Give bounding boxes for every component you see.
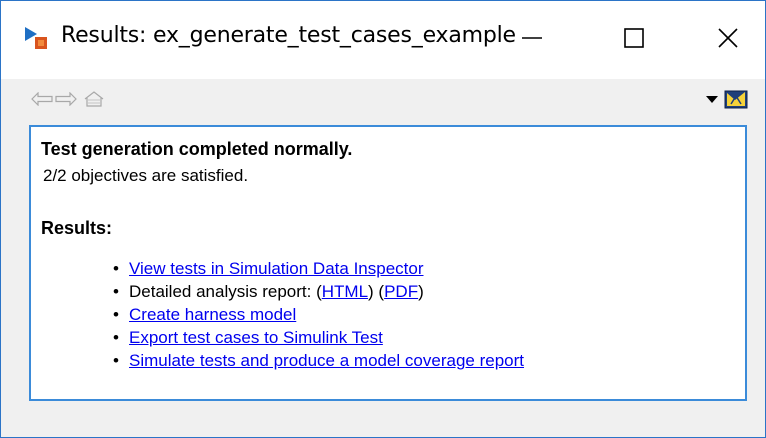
report-html-link[interactable]: HTML	[322, 282, 368, 301]
window-title: Results: ex_generate_test_cases_example	[61, 23, 516, 48]
minimize-button[interactable]	[503, 11, 561, 65]
results-panel: Test generation completed normally. 2/2 …	[29, 125, 747, 401]
objectives-status: 2/2 objectives are satisfied.	[43, 166, 249, 185]
report-pdf-link[interactable]: PDF	[384, 282, 418, 301]
report-mid: ) (	[368, 282, 385, 301]
view-tests-link[interactable]: View tests in Simulation Data Inspector	[129, 259, 424, 278]
maximize-button[interactable]	[605, 11, 663, 65]
report-prefix: Detailed analysis report: (	[129, 282, 322, 301]
list-item: Create harness model	[113, 303, 735, 326]
list-item: View tests in Simulation Data Inspector	[113, 257, 735, 280]
list-item: Simulate tests and produce a model cover…	[113, 349, 735, 372]
simulate-tests-link[interactable]: Simulate tests and produce a model cover…	[129, 351, 524, 370]
toolbar	[1, 79, 765, 121]
report-suffix: )	[418, 282, 424, 301]
close-icon	[718, 28, 738, 48]
results-window: Results: ex_generate_test_cases_example	[0, 0, 766, 438]
forward-arrow-icon[interactable]	[55, 87, 77, 111]
title-bar[interactable]: Results: ex_generate_test_cases_example	[1, 1, 765, 79]
back-arrow-icon[interactable]	[31, 87, 53, 111]
home-icon[interactable]	[83, 87, 107, 111]
close-button[interactable]	[699, 11, 757, 65]
results-heading: Results:	[41, 218, 113, 238]
help-icon[interactable]	[723, 87, 749, 111]
status-heading: Test generation completed normally.	[41, 139, 353, 159]
create-harness-link[interactable]: Create harness model	[129, 305, 296, 324]
list-item: Detailed analysis report: (HTML) (PDF)	[113, 280, 735, 303]
export-tests-link[interactable]: Export test cases to Simulink Test	[129, 328, 383, 347]
minimize-icon	[522, 37, 542, 39]
results-list: View tests in Simulation Data Inspector …	[41, 257, 735, 372]
dropdown-triangle-icon[interactable]	[705, 87, 719, 111]
list-item: Export test cases to Simulink Test	[113, 326, 735, 349]
maximize-icon	[624, 28, 644, 48]
simulink-app-icon	[23, 25, 49, 51]
